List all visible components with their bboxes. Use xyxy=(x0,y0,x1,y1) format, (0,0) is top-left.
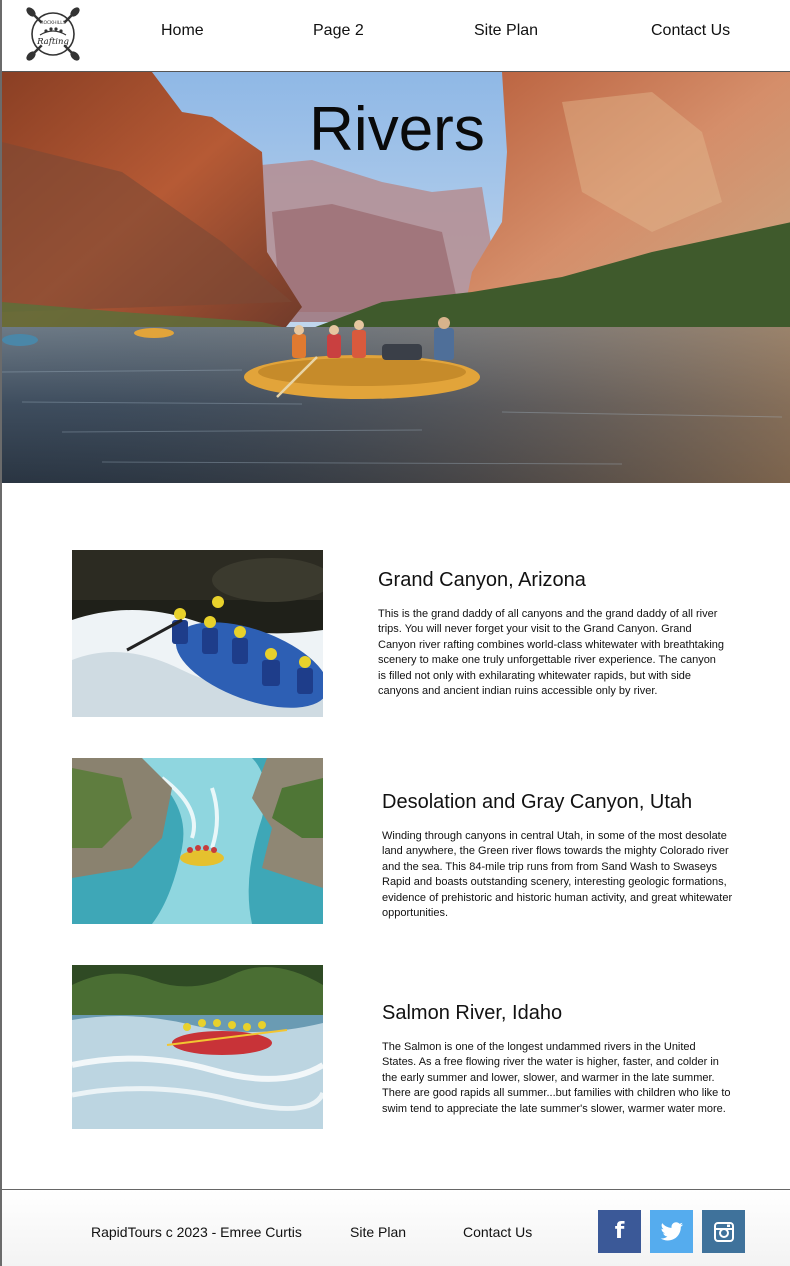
desolation-canyon-image xyxy=(72,758,323,924)
footer-site-plan-link[interactable]: Site Plan xyxy=(350,1224,406,1240)
logo-top-text: ROCKHILLS xyxy=(40,20,65,26)
hero-title: Rivers xyxy=(309,95,485,164)
nav-home[interactable]: Home xyxy=(161,22,204,40)
nav-site-plan[interactable]: Site Plan xyxy=(474,22,538,40)
salmon-river-image xyxy=(72,965,323,1129)
facebook-icon[interactable]: f xyxy=(598,1210,641,1253)
twitter-icon[interactable] xyxy=(650,1210,693,1253)
instagram-camera-icon xyxy=(713,1221,734,1242)
site-footer: RapidTours c 2023 - Emree Curtis Site Pl… xyxy=(2,1189,790,1266)
nav-page-2[interactable]: Page 2 xyxy=(313,22,364,40)
logo-main-text: Rafting xyxy=(36,37,69,47)
site-header: ROCKHILLS Rafting Home Page 2 Site Plan … xyxy=(2,0,790,72)
grand-canyon-image xyxy=(72,550,323,717)
river-title: Desolation and Gray Canyon, Utah xyxy=(382,791,693,813)
instagram-icon[interactable] xyxy=(702,1210,745,1253)
facebook-glyph: f xyxy=(614,1219,625,1244)
hero-banner: Rivers xyxy=(2,72,790,483)
page: ROCKHILLS Rafting Home Page 2 Site Plan … xyxy=(0,0,790,1266)
rafting-logo[interactable]: ROCKHILLS Rafting xyxy=(26,7,80,61)
river-description: Winding through canyons in central Utah,… xyxy=(382,830,733,920)
river-description: This is the grand daddy of all canyons a… xyxy=(378,608,725,698)
twitter-bird-icon xyxy=(660,1221,683,1240)
footer-contact-us-link[interactable]: Contact Us xyxy=(463,1224,532,1240)
river-description: The Salmon is one of the longest undamme… xyxy=(382,1041,731,1115)
copyright-text: RapidTours c 2023 - Emree Curtis xyxy=(91,1224,302,1240)
river-title: Grand Canyon, Arizona xyxy=(378,569,586,591)
nav-contact-us[interactable]: Contact Us xyxy=(651,22,730,40)
river-title: Salmon River, Idaho xyxy=(382,1002,563,1024)
